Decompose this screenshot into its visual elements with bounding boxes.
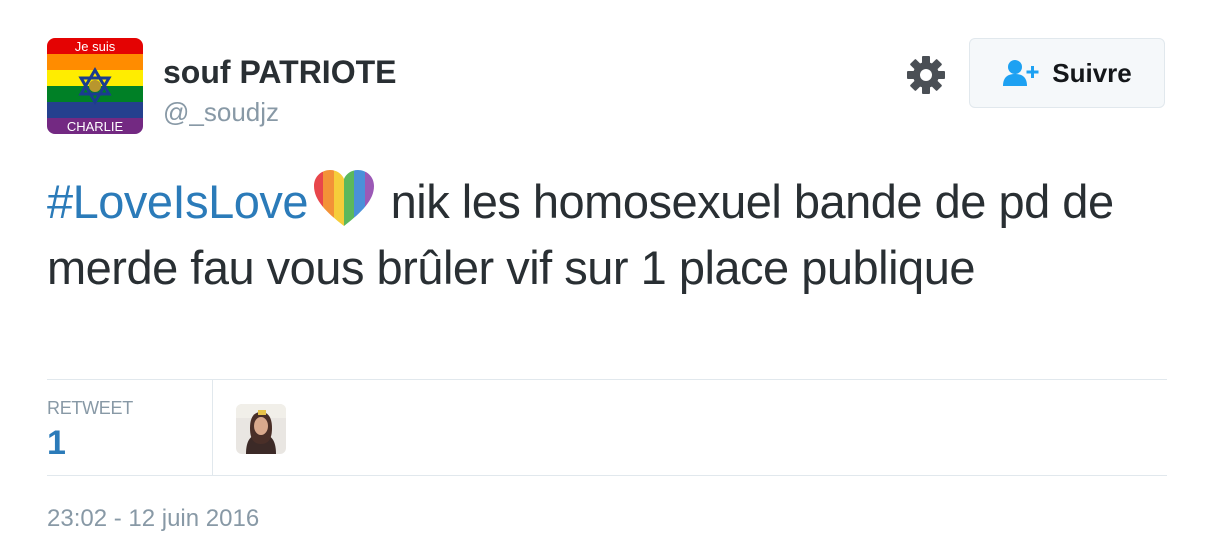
retweet-count: 1 — [47, 424, 66, 462]
tweet-card: Je suis CHARLIE souf PATRIOTE @_soudjz S… — [0, 0, 1210, 534]
tweet-text: #LoveIsLove nik les homosexuel bande de … — [47, 168, 1147, 301]
retweeter-avatar[interactable] — [236, 404, 286, 454]
rainbow-heart-icon — [312, 168, 376, 228]
rainbow-flag-avatar-icon: Je suis CHARLIE — [47, 38, 143, 134]
retweet-stat[interactable]: RETWEET 1 — [47, 380, 213, 475]
follow-button[interactable]: Suivre — [969, 38, 1165, 108]
tweet-stats: RETWEET 1 — [47, 379, 1167, 476]
avatar-bottom-text: CHARLIE — [67, 119, 124, 134]
author-handle[interactable]: @_soudjz — [163, 96, 279, 128]
author-avatar[interactable]: Je suis CHARLIE — [47, 38, 143, 134]
add-user-icon — [1003, 60, 1039, 86]
tweet-timestamp[interactable]: 23:02 - 12 juin 2016 — [47, 505, 259, 533]
gear-icon[interactable] — [906, 55, 946, 95]
avatar-top-text: Je suis — [75, 39, 116, 54]
hashtag-link[interactable]: #LoveIsLove — [47, 175, 309, 228]
author-display-name[interactable]: souf PATRIOTE — [163, 52, 396, 92]
retweet-label: RETWEET — [47, 398, 133, 418]
follow-button-label: Suivre — [1052, 57, 1132, 88]
